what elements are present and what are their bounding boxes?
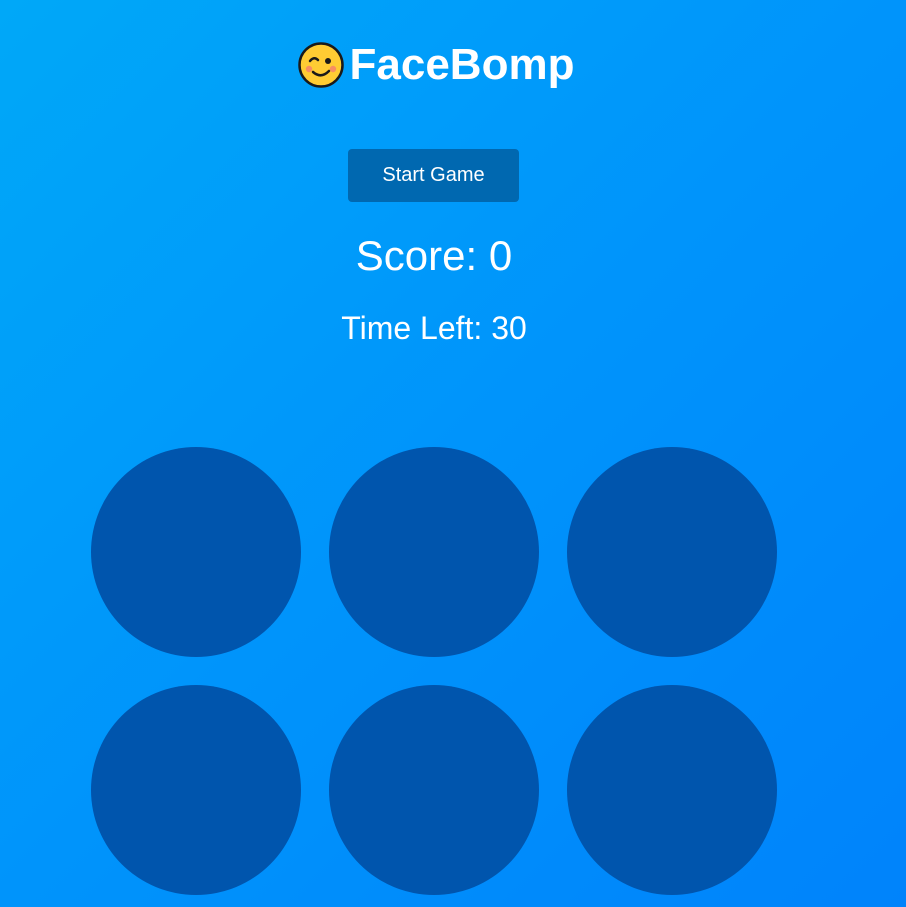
- hole-6[interactable]: [567, 685, 777, 895]
- time-left-display: Time Left: 30: [341, 310, 527, 346]
- hole-5[interactable]: [329, 685, 539, 895]
- game-header: FaceBomp: [0, 38, 872, 92]
- winking-face-icon: [297, 42, 344, 88]
- hole-1[interactable]: [91, 447, 301, 657]
- hole-3[interactable]: [567, 447, 777, 657]
- score-display: Score: 0: [355, 232, 513, 279]
- hole-4[interactable]: [91, 685, 301, 895]
- hole-2[interactable]: [329, 447, 539, 657]
- game-title: FaceBomp: [349, 40, 575, 89]
- start-game-button[interactable]: Start Game: [348, 149, 519, 202]
